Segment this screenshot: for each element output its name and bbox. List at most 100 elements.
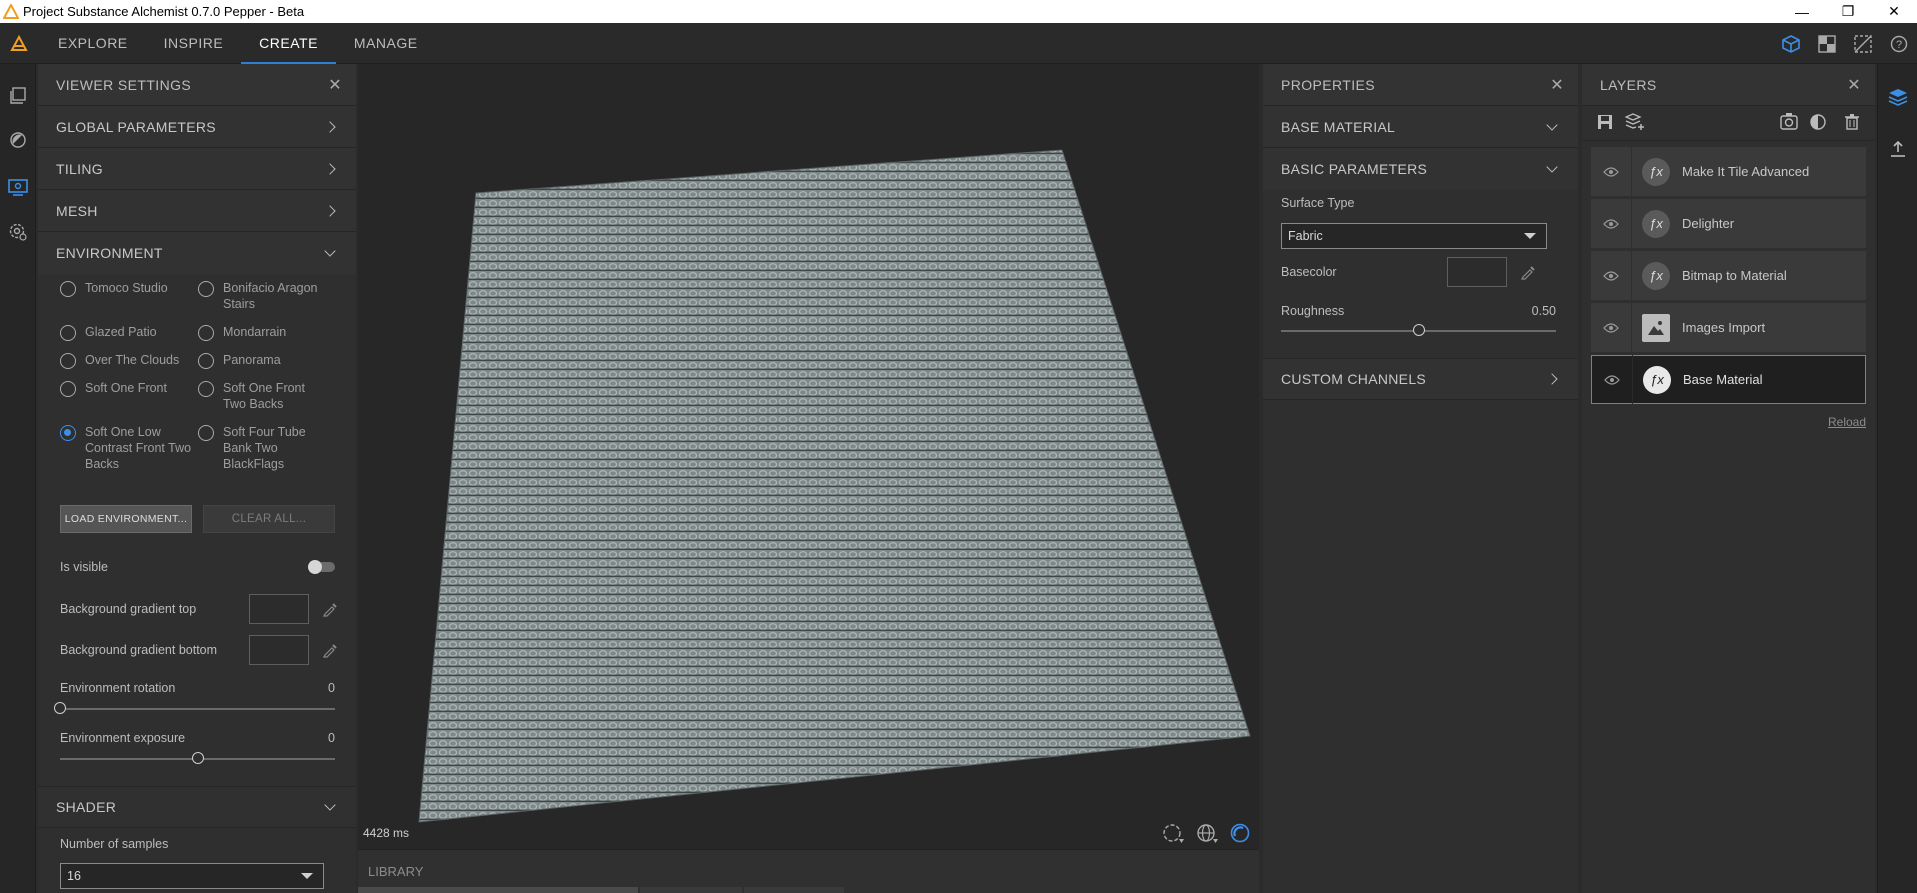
env-exposure-slider-thumb[interactable] bbox=[191, 752, 204, 764]
layer-item-delighter[interactable]: ƒx Delighter bbox=[1591, 199, 1866, 248]
section-custom-channels[interactable]: CUSTOM CHANNELS bbox=[1263, 358, 1578, 400]
close-layers-icon[interactable]: ✕ bbox=[1847, 75, 1861, 95]
env-option-soft-one-front-two-backs[interactable]: Soft One Front Two Backs bbox=[198, 380, 318, 420]
library-tab[interactable] bbox=[744, 887, 844, 893]
image-icon bbox=[1642, 313, 1670, 342]
library-tab[interactable] bbox=[358, 887, 638, 893]
dropdown-caret-icon bbox=[1524, 233, 1536, 239]
samples-label: Number of samples bbox=[60, 837, 169, 851]
chevron-right-icon bbox=[324, 120, 336, 133]
eyedropper-icon[interactable] bbox=[1520, 264, 1536, 280]
eyedropper-icon[interactable] bbox=[322, 642, 338, 658]
tab-create[interactable]: CREATE bbox=[241, 23, 336, 64]
maximize-button[interactable]: ❐ bbox=[1825, 0, 1871, 23]
env-option-panorama[interactable]: Panorama bbox=[198, 352, 318, 376]
close-window-button[interactable]: ✕ bbox=[1871, 0, 1917, 23]
library-title: LIBRARY bbox=[368, 864, 424, 879]
env-exposure-value: 0 bbox=[328, 731, 335, 745]
chevron-right-icon bbox=[324, 162, 336, 175]
env-option-soft-four-tube-bank[interactable]: Soft Four Tube Bank Two BlackFlags bbox=[198, 424, 318, 480]
env-option-tomoco-studio[interactable]: Tomoco Studio bbox=[60, 280, 198, 320]
viewer-settings-icon[interactable] bbox=[0, 166, 36, 210]
is-visible-toggle[interactable] bbox=[308, 560, 335, 574]
environment-globe-icon[interactable] bbox=[1195, 822, 1219, 844]
library-tab[interactable] bbox=[640, 887, 742, 893]
env-option-soft-one-low-contrast[interactable]: Soft One Low Contrast Front Two Backs bbox=[60, 424, 198, 480]
bg-gradient-bottom-swatch[interactable] bbox=[249, 635, 309, 665]
material-ball-icon[interactable] bbox=[0, 118, 36, 162]
layer-label: Bitmap to Material bbox=[1682, 268, 1787, 283]
samples-select[interactable]: 16 bbox=[60, 863, 324, 889]
minimize-button[interactable]: — bbox=[1779, 0, 1825, 23]
section-global-parameters[interactable]: GLOBAL PARAMETERS bbox=[38, 106, 356, 148]
env-option-soft-one-front[interactable]: Soft One Front bbox=[60, 380, 198, 420]
env-exposure-row: Environment exposure 0 bbox=[60, 731, 335, 745]
properties-title: PROPERTIES bbox=[1281, 76, 1375, 93]
light-rotate-icon[interactable] bbox=[1161, 822, 1185, 844]
tab-explore[interactable]: EXPLORE bbox=[40, 23, 146, 64]
eyedropper-icon[interactable] bbox=[322, 601, 338, 617]
contrast-icon[interactable] bbox=[1810, 114, 1826, 130]
clear-all-button[interactable]: CLEAR ALL... bbox=[203, 505, 335, 533]
visibility-eye-icon[interactable] bbox=[1591, 147, 1632, 196]
env-rotation-slider-thumb[interactable] bbox=[54, 702, 66, 714]
delete-trash-icon[interactable] bbox=[1845, 114, 1859, 130]
close-viewer-settings-icon[interactable]: ✕ bbox=[328, 75, 342, 95]
env-option-over-the-clouds[interactable]: Over The Clouds bbox=[60, 352, 198, 376]
visibility-eye-icon[interactable] bbox=[1592, 355, 1633, 404]
bg-gradient-top-swatch[interactable] bbox=[249, 594, 309, 624]
tab-inspire[interactable]: INSPIRE bbox=[146, 23, 242, 64]
chevron-right-icon bbox=[1546, 373, 1558, 385]
camera-settings-icon[interactable] bbox=[1779, 112, 1799, 132]
layer-item-make-it-tile[interactable]: ƒx Make It Tile Advanced bbox=[1591, 147, 1866, 196]
library-icon[interactable] bbox=[0, 74, 36, 118]
section-base-material[interactable]: BASE MATERIAL bbox=[1263, 106, 1578, 148]
surface-type-select[interactable]: Fabric bbox=[1281, 223, 1547, 249]
env-option-mondarrain[interactable]: Mondarrain bbox=[198, 324, 318, 348]
render-time-label: 4428 ms bbox=[363, 826, 410, 840]
radio-icon bbox=[60, 353, 76, 369]
2d-view-icon[interactable] bbox=[1809, 23, 1845, 64]
env-option-bonifacio[interactable]: Bonifacio Aragon Stairs bbox=[198, 280, 318, 320]
tab-manage[interactable]: MANAGE bbox=[336, 23, 436, 64]
basecolor-swatch[interactable] bbox=[1447, 257, 1507, 287]
settings-gear-icon[interactable] bbox=[0, 210, 36, 254]
layers-stack-icon[interactable] bbox=[1888, 88, 1908, 111]
roughness-slider-thumb[interactable] bbox=[1412, 324, 1425, 336]
layer-item-base-material[interactable]: ƒx Base Material bbox=[1591, 355, 1866, 404]
section-mesh[interactable]: MESH bbox=[38, 190, 356, 232]
surface-type-label: Surface Type bbox=[1281, 196, 1355, 210]
reload-link[interactable]: Reload bbox=[1828, 415, 1866, 429]
section-tiling[interactable]: TILING bbox=[38, 148, 356, 190]
load-environment-button[interactable]: LOAD ENVIRONMENT... bbox=[60, 505, 192, 533]
help-icon[interactable]: ? bbox=[1881, 23, 1917, 64]
add-layer-icon[interactable] bbox=[1625, 113, 1645, 131]
section-label: CUSTOM CHANNELS bbox=[1281, 371, 1427, 387]
visibility-eye-icon[interactable] bbox=[1591, 303, 1632, 352]
left-toolbar bbox=[0, 64, 36, 893]
env-option-glazed-patio[interactable]: Glazed Patio bbox=[60, 324, 198, 348]
layer-item-bitmap-to-material[interactable]: ƒx Bitmap to Material bbox=[1591, 251, 1866, 300]
app-logo-icon bbox=[3, 3, 19, 19]
right-toolbar bbox=[1877, 64, 1917, 893]
alchemist-logo-icon[interactable] bbox=[0, 23, 38, 64]
radio-icon bbox=[60, 281, 76, 297]
section-environment[interactable]: ENVIRONMENT bbox=[38, 232, 356, 274]
section-label: GLOBAL PARAMETERS bbox=[56, 118, 216, 135]
section-basic-parameters[interactable]: BASIC PARAMETERS bbox=[1263, 148, 1578, 190]
library-bar[interactable]: LIBRARY bbox=[358, 849, 1259, 893]
export-upload-icon[interactable] bbox=[1889, 140, 1907, 163]
layer-item-images-import[interactable]: Images Import bbox=[1591, 303, 1866, 352]
visibility-eye-icon[interactable] bbox=[1591, 199, 1632, 248]
3d-viewport[interactable]: 4428 ms bbox=[358, 64, 1259, 849]
save-icon[interactable] bbox=[1597, 114, 1613, 130]
split-view-icon[interactable] bbox=[1845, 23, 1881, 64]
fx-icon: ƒx bbox=[1642, 209, 1670, 238]
render-mode-icon[interactable] bbox=[1229, 822, 1251, 844]
close-properties-icon[interactable]: ✕ bbox=[1550, 75, 1564, 95]
fx-icon: ƒx bbox=[1643, 365, 1671, 394]
env-rotation-slider[interactable] bbox=[60, 708, 335, 710]
section-shader[interactable]: SHADER bbox=[38, 786, 356, 828]
visibility-eye-icon[interactable] bbox=[1591, 251, 1632, 300]
3d-view-icon[interactable] bbox=[1773, 23, 1809, 64]
